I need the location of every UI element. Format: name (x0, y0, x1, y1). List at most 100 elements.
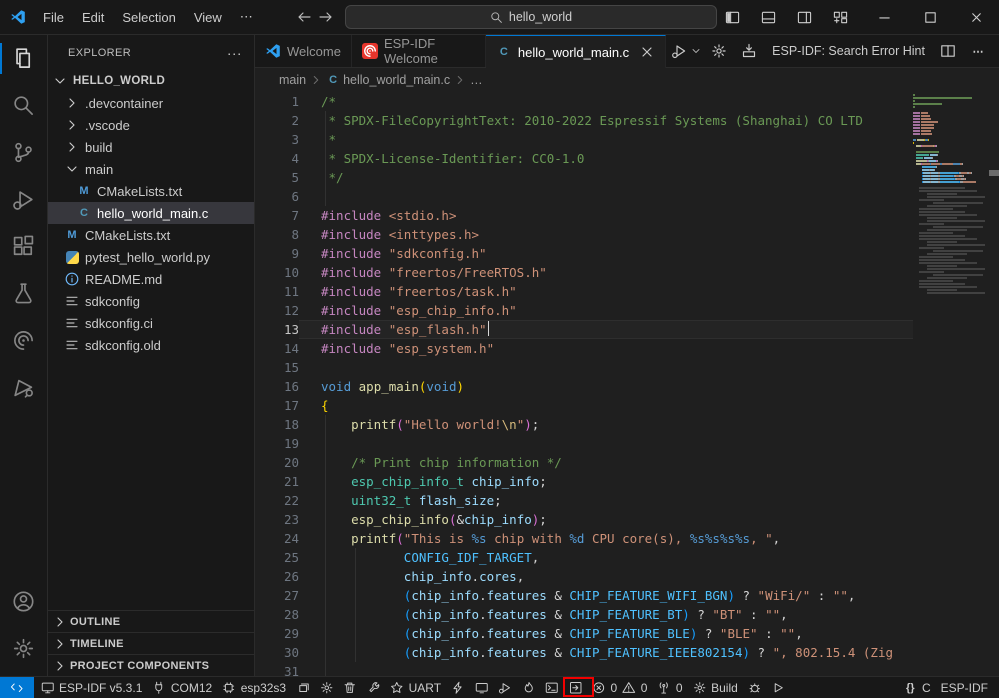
status-build-flash-monitor[interactable] (517, 677, 541, 698)
activity-search[interactable] (0, 82, 47, 129)
layout-sidebar-left-button[interactable] (718, 0, 746, 35)
menu-selection[interactable]: Selection (113, 5, 184, 29)
status-ports[interactable]: 0 (652, 677, 687, 698)
maximize-button[interactable] (907, 0, 953, 35)
code-line-30[interactable]: 30 (chip_info.features & CHIP_FEATURE_IE… (255, 643, 913, 662)
code-line-7[interactable]: 7#include <stdio.h> (255, 206, 913, 225)
action-run-or-debug[interactable] (666, 38, 692, 64)
tree-item-hello_world_main.c[interactable]: Chello_world_main.c (48, 202, 254, 224)
tree-item-cmakelists.txt[interactable]: MCMakeLists.txt (48, 224, 254, 246)
status-menuconfig[interactable] (315, 677, 339, 698)
status-idf-terminal[interactable] (540, 677, 564, 698)
activity-extensions[interactable] (0, 223, 47, 270)
tab-hello-world-main-c[interactable]: Chello_world_main.c (486, 35, 666, 68)
code-line-15[interactable]: 15 (255, 358, 913, 377)
code-line-18[interactable]: 18 printf("Hello world!\n"); (255, 415, 913, 434)
breadcrumb-item[interactable]: hello_world_main.c (343, 73, 450, 87)
code-line-27[interactable]: 27 (chip_info.features & CHIP_FEATURE_WI… (255, 586, 913, 605)
layout-sidebar-right-button[interactable] (790, 0, 818, 35)
activity-settings[interactable] (0, 625, 47, 672)
breadcrumb-item[interactable]: main (279, 73, 306, 87)
status-full-clean[interactable] (338, 677, 362, 698)
minimap[interactable] (913, 92, 985, 676)
search-box[interactable]: hello_world (345, 5, 717, 29)
tree-item-build[interactable]: build (48, 136, 254, 158)
action-more-actions[interactable]: ⋯ (965, 38, 991, 64)
status-idf-target[interactable]: esp32s3 (217, 677, 291, 698)
status-monitor[interactable] (470, 677, 494, 698)
explorer-more-actions[interactable]: ··· (227, 45, 242, 61)
tree-item-sdkconfig[interactable]: sdkconfig (48, 290, 254, 312)
status-flash-method[interactable]: UART (385, 677, 446, 698)
action-idf-settings[interactable] (706, 38, 732, 64)
tree-item-.devcontainer[interactable]: .devcontainer (48, 92, 254, 114)
status-espidf-version[interactable]: ESP-IDF v5.3.1 (36, 677, 148, 698)
activity-testing[interactable] (0, 270, 47, 317)
status-debug[interactable] (493, 677, 517, 698)
menu-more[interactable]: ⋯ (231, 5, 262, 29)
menu-file[interactable]: File (34, 5, 73, 29)
activity-explorer[interactable] (0, 35, 47, 82)
tree-item-sdkconfig.ci[interactable]: sdkconfig.ci (48, 312, 254, 334)
code-line-24[interactable]: 24 printf("This is %s chip with %d CPU c… (255, 529, 913, 548)
code-line-10[interactable]: 10#include "freertos/FreeRTOS.h" (255, 263, 913, 282)
code-line-31[interactable]: 31 (255, 662, 913, 676)
code-line-3[interactable]: 3 * (255, 130, 913, 149)
code-line-17[interactable]: 17{ (255, 396, 913, 415)
editor-scrollbar[interactable] (985, 92, 999, 676)
status-flash[interactable] (446, 677, 470, 698)
layout-panel-button[interactable] (754, 0, 782, 35)
tab-close-icon[interactable] (639, 44, 655, 60)
close-button[interactable] (953, 0, 999, 35)
status-problems[interactable]: 00 (587, 677, 652, 698)
code-line-4[interactable]: 4 * SPDX-License-Identifier: CC0-1.0 (255, 149, 913, 168)
layout-customize-button[interactable] (826, 0, 854, 35)
code-line-21[interactable]: 21 esp_chip_info_t chip_info; (255, 472, 913, 491)
panel-timeline[interactable]: TIMELINE (48, 632, 254, 654)
arrow-right-icon[interactable] (318, 9, 334, 25)
menu-view[interactable]: View (185, 5, 231, 29)
status-custom-task[interactable] (362, 677, 386, 698)
activity-source-control[interactable] (0, 129, 47, 176)
tab-esp-idf-welcome[interactable]: ESP-IDF Welcome (352, 35, 486, 67)
code-line-12[interactable]: 12#include "esp_chip_info.h" (255, 301, 913, 320)
arrow-left-icon[interactable] (296, 9, 312, 25)
code-line-1[interactable]: 1/* (255, 92, 913, 111)
tree-item-readme.md[interactable]: README.md (48, 268, 254, 290)
code-line-28[interactable]: 28 (chip_info.features & CHIP_FEATURE_BT… (255, 605, 913, 624)
code-line-14[interactable]: 14#include "esp_system.h" (255, 339, 913, 358)
panel-project-components[interactable]: PROJECT COMPONENTS (48, 654, 254, 676)
tree-item-sdkconfig.old[interactable]: sdkconfig.old (48, 334, 254, 356)
action-search-error-hint[interactable]: ESP-IDF: Search Error Hint (766, 44, 931, 58)
code-line-25[interactable]: 25 CONFIG_IDF_TARGET, (255, 548, 913, 567)
activity-espidf-explorer[interactable] (0, 317, 47, 364)
action-split-editor[interactable] (935, 38, 961, 64)
status-serial-port[interactable]: COM12 (147, 677, 217, 698)
code-line-2[interactable]: 2 * SPDX-FileCopyrightText: 2010-2022 Es… (255, 111, 913, 130)
tree-item-.vscode[interactable]: .vscode (48, 114, 254, 136)
activity-espidf-tools[interactable] (0, 364, 47, 411)
status-project-folder[interactable] (291, 677, 315, 698)
tab-welcome[interactable]: Welcome (255, 35, 352, 67)
breadcrumb-item[interactable]: … (470, 73, 483, 87)
code-line-9[interactable]: 9#include "sdkconfig.h" (255, 244, 913, 263)
code-line-13[interactable]: 13#include "esp_flash.h" (255, 320, 913, 339)
menu-edit[interactable]: Edit (73, 5, 113, 29)
status-remote[interactable] (0, 677, 34, 698)
tree-item-main[interactable]: main (48, 158, 254, 180)
status-run-task[interactable] (766, 677, 790, 698)
status-language-mode[interactable]: {}C (898, 677, 935, 698)
tree-item-pytest_hello_world.py[interactable]: pytest_hello_world.py (48, 246, 254, 268)
activity-accounts[interactable] (0, 578, 47, 625)
code-line-6[interactable]: 6 (255, 187, 913, 206)
code-line-5[interactable]: 5 */ (255, 168, 913, 187)
action-install[interactable] (736, 38, 762, 64)
activity-run-and-debug[interactable] (0, 176, 47, 223)
code-line-22[interactable]: 22 uint32_t flash_size; (255, 491, 913, 510)
status-build-task[interactable]: Build (688, 677, 743, 698)
status-debug-task[interactable] (743, 677, 767, 698)
code-line-16[interactable]: 16void app_main(void) (255, 377, 913, 396)
panel-outline[interactable]: OUTLINE (48, 610, 254, 632)
code-line-8[interactable]: 8#include <inttypes.h> (255, 225, 913, 244)
code-line-20[interactable]: 20 /* Print chip information */ (255, 453, 913, 472)
